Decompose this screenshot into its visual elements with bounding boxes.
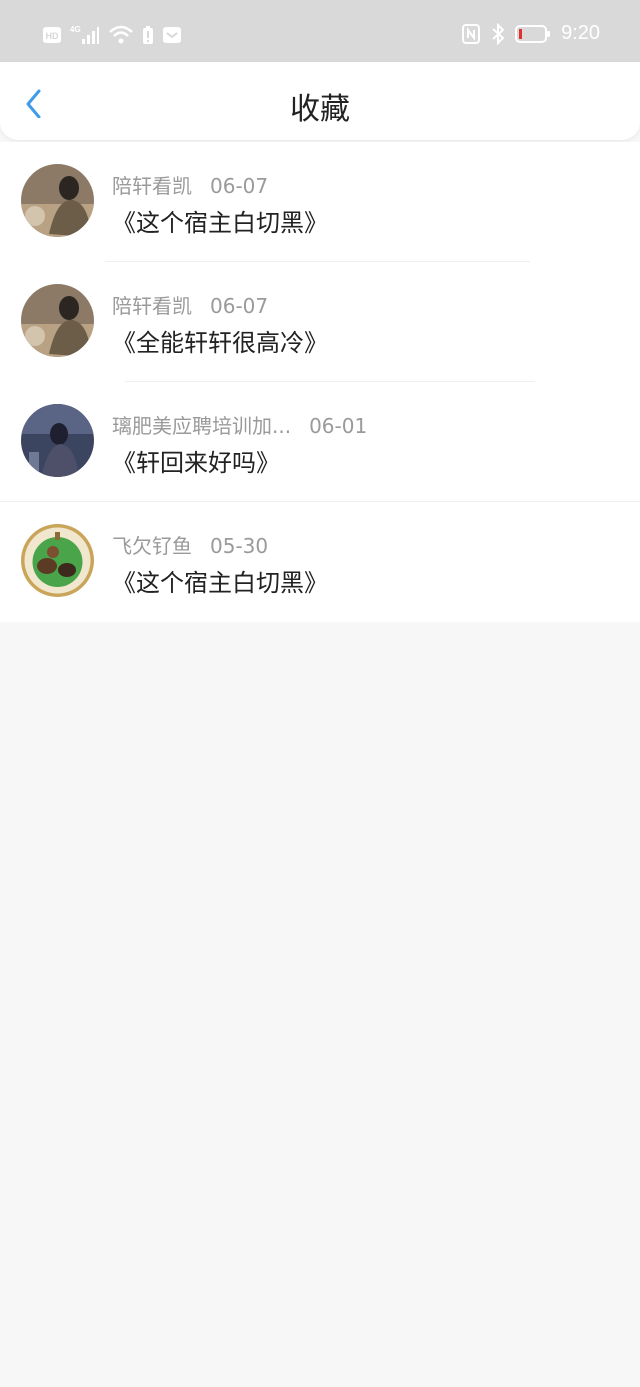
svg-text:HD: HD bbox=[46, 31, 59, 41]
nav-header: 收藏 bbox=[0, 62, 640, 140]
book-title[interactable]: 《全能轩轩很高冷》 bbox=[112, 323, 328, 358]
author-name: 飞欠钌鱼 bbox=[112, 534, 192, 558]
author-name: 璃肥美应聘培训加... bbox=[112, 414, 292, 438]
avatar[interactable] bbox=[21, 524, 94, 597]
post-date: 05-30 bbox=[210, 534, 269, 558]
post-date: 06-07 bbox=[210, 294, 269, 318]
page-title: 收藏 bbox=[290, 92, 350, 127]
signal-icon: 4G bbox=[70, 24, 100, 46]
nfc-icon bbox=[461, 23, 481, 45]
post-date: 06-01 bbox=[309, 414, 368, 438]
item-meta: 陪轩看凯 06-07 bbox=[112, 170, 268, 199]
clock-time: 9:20 bbox=[561, 22, 600, 44]
wifi-icon bbox=[108, 24, 134, 46]
author-name: 陪轩看凯 bbox=[112, 174, 192, 198]
favorites-list: 陪轩看凯 06-07 《这个宿主白切黑》 陪轩看凯 06-07 《全能轩轩很高冷… bbox=[0, 142, 640, 622]
post-date: 06-07 bbox=[210, 174, 269, 198]
hd-icon: HD bbox=[42, 25, 62, 45]
book-title[interactable]: 《轩回来好吗》 bbox=[112, 443, 280, 478]
status-bar: HD 4G 9:20 bbox=[0, 0, 640, 62]
bluetooth-icon bbox=[491, 22, 505, 45]
author-name: 陪轩看凯 bbox=[112, 294, 192, 318]
favorite-item[interactable]: 陪轩看凯 06-07 《这个宿主白切黑》 bbox=[0, 142, 640, 262]
battery-saver-icon bbox=[142, 25, 154, 45]
avatar[interactable] bbox=[21, 404, 94, 477]
status-bar-left: HD 4G bbox=[42, 24, 182, 46]
book-title[interactable]: 《这个宿主白切黑》 bbox=[112, 563, 328, 598]
favorite-item[interactable]: 飞欠钌鱼 05-30 《这个宿主白切黑》 bbox=[0, 502, 640, 622]
favorite-item[interactable]: 陪轩看凯 06-07 《全能轩轩很高冷》 bbox=[0, 262, 640, 382]
item-meta: 飞欠钌鱼 05-30 bbox=[112, 530, 268, 559]
svg-text:4G: 4G bbox=[70, 25, 81, 34]
favorite-item[interactable]: 璃肥美应聘培训加... 06-01 《轩回来好吗》 bbox=[0, 382, 640, 502]
message-icon bbox=[162, 25, 182, 45]
book-title[interactable]: 《这个宿主白切黑》 bbox=[112, 203, 328, 238]
avatar[interactable] bbox=[21, 164, 94, 237]
battery-icon bbox=[515, 24, 551, 44]
status-bar-right: 9:20 bbox=[461, 22, 600, 45]
item-meta: 陪轩看凯 06-07 bbox=[112, 290, 268, 319]
avatar[interactable] bbox=[21, 284, 94, 357]
item-meta: 璃肥美应聘培训加... 06-01 bbox=[112, 410, 367, 439]
